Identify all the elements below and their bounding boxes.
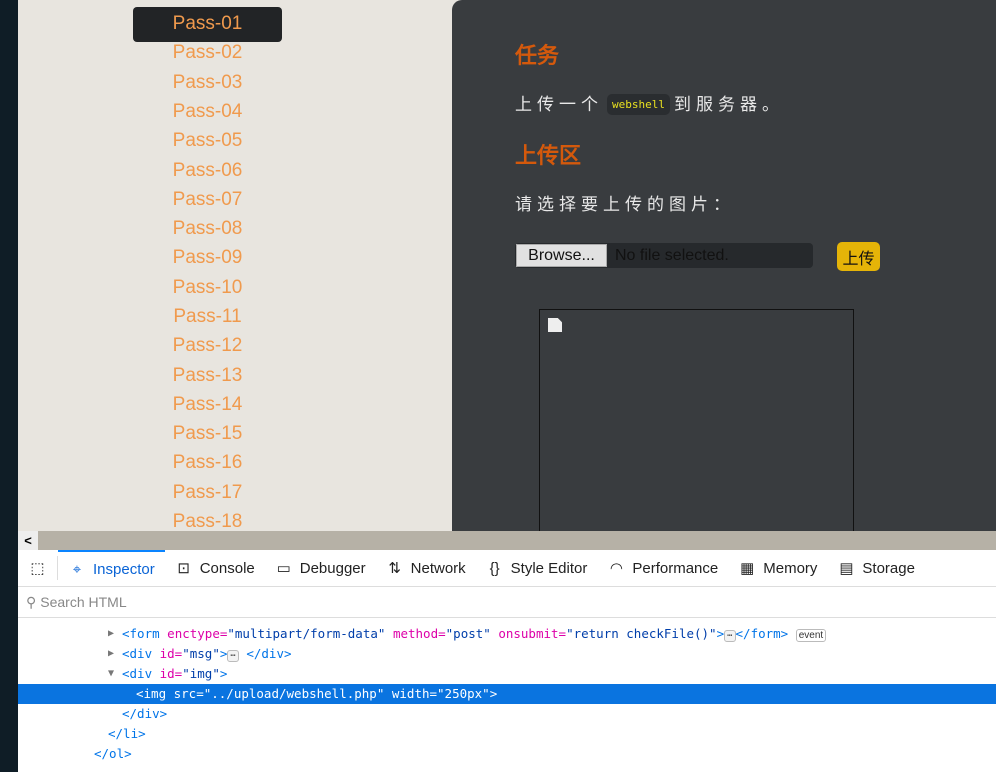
file-input[interactable]: Browse... No file selected. bbox=[515, 243, 813, 268]
tab-label: Performance bbox=[632, 559, 719, 577]
expand-icon[interactable]: ▶ bbox=[108, 644, 114, 664]
memory-icon: ▦ bbox=[740, 560, 755, 577]
nav-item-pass-15[interactable]: Pass-15 bbox=[133, 417, 282, 446]
tab-memory[interactable]: ▦ Memory bbox=[728, 550, 827, 587]
nav-item-pass-04[interactable]: Pass-04 bbox=[133, 95, 282, 124]
file-status: No file selected. bbox=[615, 246, 729, 264]
tab-label: Console bbox=[199, 559, 255, 577]
tree-node-form[interactable]: ▶ <form enctype="multipart/form-data" met… bbox=[18, 624, 996, 644]
tree-node-close[interactable]: </li> bbox=[18, 724, 996, 744]
tab-network[interactable]: ⇅ Network bbox=[376, 550, 476, 587]
nav-item-pass-02[interactable]: Pass-02 bbox=[133, 36, 282, 65]
devtools-toolbar: ⬚ ⌖ Inspector ⊡ Console ▭ Debugger ⇅ Network… bbox=[18, 549, 996, 587]
tree-node-img-div[interactable]: ▼ <div id="img"> bbox=[18, 664, 996, 684]
tab-style-editor[interactable]: {} Style Editor bbox=[476, 550, 598, 587]
tab-debugger[interactable]: ▭ Debugger bbox=[265, 550, 376, 587]
collapse-icon[interactable]: ▼ bbox=[108, 664, 114, 684]
nav-item-pass-03[interactable]: Pass-03 bbox=[133, 66, 282, 95]
tree-node-msg[interactable]: ▶ <div id="msg"> ⋯ </div> bbox=[18, 644, 996, 664]
nav-item-pass-06[interactable]: Pass-06 bbox=[133, 154, 282, 183]
inspector-icon: ⌖ bbox=[72, 560, 82, 578]
uploaded-image bbox=[539, 309, 854, 531]
picker-icon: ⬚ bbox=[30, 560, 45, 577]
event-badge[interactable]: event bbox=[795, 629, 827, 642]
tab-label: Memory bbox=[763, 559, 818, 577]
desktop-edge bbox=[0, 0, 18, 772]
task-heading: 任务 bbox=[515, 43, 560, 68]
tab-storage[interactable]: ▤ Storage bbox=[827, 550, 925, 587]
broken-image-icon bbox=[548, 318, 562, 332]
tab-label: Storage bbox=[862, 559, 915, 577]
nav-item-pass-11[interactable]: Pass-11 bbox=[133, 300, 282, 329]
tab-performance[interactable]: ◠ Performance bbox=[597, 550, 728, 587]
upload-prompt: 请选择要上传的图片： bbox=[515, 195, 735, 214]
horizontal-scrollbar[interactable]: < bbox=[18, 531, 996, 550]
tree-node-img-selected[interactable]: <img src="../upload/webshell.php" width=… bbox=[18, 684, 996, 704]
tree-node-close[interactable]: </div> bbox=[18, 704, 996, 724]
nav-item-pass-10[interactable]: Pass-10 bbox=[133, 271, 282, 300]
debugger-icon: ▭ bbox=[276, 560, 291, 577]
ellipsis-button[interactable]: ⋯ bbox=[227, 650, 239, 662]
nav-item-pass-12[interactable]: Pass-12 bbox=[133, 329, 282, 358]
expand-icon[interactable]: ▶ bbox=[108, 624, 114, 644]
nav-item-pass-14[interactable]: Pass-14 bbox=[133, 388, 282, 417]
task-text: 上传一个 webshell 到服务器。 bbox=[515, 90, 784, 115]
nav-item-pass-18[interactable]: Pass-18 bbox=[133, 505, 282, 531]
tab-inspector[interactable]: ⌖ Inspector bbox=[58, 549, 165, 587]
tree-node-close[interactable]: </ol> bbox=[18, 744, 996, 764]
tab-label: Debugger bbox=[299, 559, 366, 577]
web-page: Pass-01 Pass-02 Pass-03 Pass-04 Pass-05 Pass-… bbox=[18, 0, 996, 531]
search-placeholder: Search HTML bbox=[40, 594, 127, 610]
content-panel: 任务 上传一个 webshell 到服务器。 上传区 请选择要上传的图片： Brow… bbox=[452, 0, 996, 531]
task-pre: 上传一个 bbox=[515, 95, 603, 114]
search-html-input[interactable]: ⚲ Search HTML bbox=[18, 587, 996, 618]
scroll-left-icon[interactable]: < bbox=[18, 531, 38, 550]
upload-heading: 上传区 bbox=[515, 143, 582, 168]
search-icon: ⚲ bbox=[26, 593, 37, 610]
gauge-icon: ◠ bbox=[609, 560, 623, 577]
tab-label: Network bbox=[410, 559, 466, 577]
nav-item-pass-16[interactable]: Pass-16 bbox=[133, 446, 282, 475]
network-icon: ⇅ bbox=[388, 560, 401, 577]
nav-item-pass-09[interactable]: Pass-09 bbox=[133, 241, 282, 270]
nav-item-pass-07[interactable]: Pass-07 bbox=[133, 183, 282, 212]
nav-item-pass-13[interactable]: Pass-13 bbox=[133, 359, 282, 388]
nav-item-pass-08[interactable]: Pass-08 bbox=[133, 212, 282, 241]
ellipsis-button[interactable]: ⋯ bbox=[724, 630, 736, 642]
pass-nav: Pass-01 Pass-02 Pass-03 Pass-04 Pass-05 Pass-… bbox=[133, 7, 282, 531]
tab-label: Style Editor bbox=[510, 559, 588, 577]
nav-item-pass-05[interactable]: Pass-05 bbox=[133, 124, 282, 153]
console-icon: ⊡ bbox=[177, 560, 190, 577]
upload-button[interactable]: 上传 bbox=[837, 242, 880, 271]
tab-console[interactable]: ⊡ Console bbox=[165, 550, 265, 587]
nav-item-pass-17[interactable]: Pass-17 bbox=[133, 476, 282, 505]
html-tree: ▶ <form enctype="multipart/form-data" met… bbox=[18, 618, 996, 772]
element-picker-button[interactable]: ⬚ bbox=[18, 556, 58, 580]
braces-icon: {} bbox=[489, 559, 500, 577]
code-webshell: webshell bbox=[607, 94, 670, 115]
tab-label: Inspector bbox=[93, 560, 155, 578]
browse-button[interactable]: Browse... bbox=[516, 244, 607, 267]
storage-icon: ▤ bbox=[839, 560, 854, 577]
task-post: 到服务器。 bbox=[673, 95, 784, 114]
